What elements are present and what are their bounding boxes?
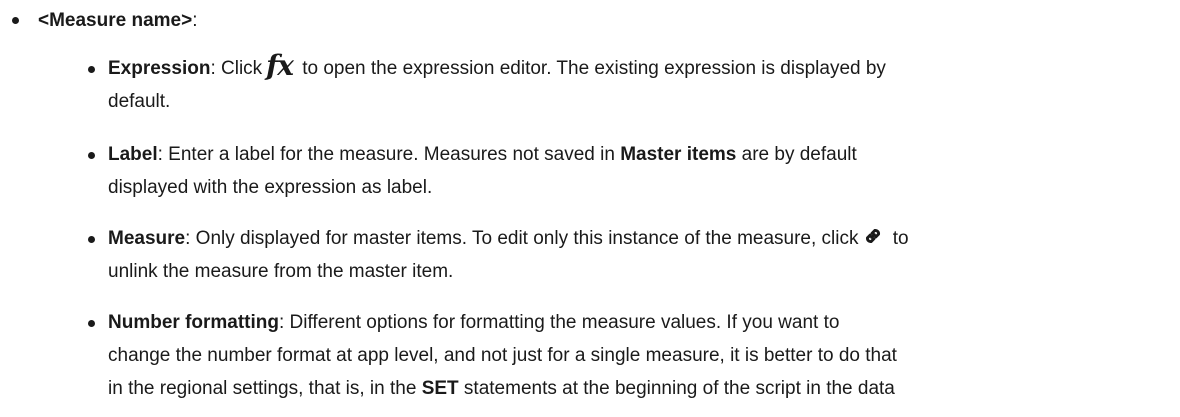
bullet: [88, 152, 95, 159]
master-items-term: Master items: [620, 144, 737, 165]
text-line: Number formatting: Different options for…: [108, 312, 840, 333]
text-line: change the number format at app level, a…: [108, 345, 897, 366]
list-item-text: Label: Enter a label for the measure. Me…: [108, 138, 1168, 204]
bullet: [88, 236, 95, 243]
set-term: SET: [421, 378, 459, 399]
fx-icon[interactable]: fx: [266, 52, 294, 80]
document: <Measure name>: Expression: Click fx to o…: [0, 0, 1180, 417]
link-icon[interactable]: [862, 225, 884, 247]
measure-name-line: <Measure name>:: [38, 4, 197, 37]
term-number-formatting: Number formatting: [108, 312, 279, 333]
list-item-text: Number formatting: Different options for…: [108, 306, 1168, 405]
text-line: Label: Enter a label for the measure. Me…: [108, 144, 857, 165]
term-expression: Expression: [108, 58, 211, 79]
bullet: [88, 66, 95, 73]
text-line: unlink the measure from the master item.: [108, 261, 454, 282]
list-item-text: Expression: Click fx to open the expressi…: [108, 52, 1168, 118]
bullet: [12, 17, 19, 24]
term-label: Label: [108, 144, 158, 165]
list-item-text: Measure: Only displayed for master items…: [108, 222, 1168, 288]
text-line: Measure: Only displayed for master items…: [108, 222, 1168, 255]
text-line: Expression: Click fx to open the expressi…: [108, 49, 886, 82]
bullet: [88, 320, 95, 327]
text-line: displayed with the expression as label.: [108, 177, 433, 198]
text-line: default.: [108, 91, 171, 112]
text-line: in the regional settings, that is, in th…: [108, 378, 895, 399]
measure-name-term: <Measure name>: [38, 10, 193, 31]
measure-name-colon: :: [192, 10, 198, 31]
term-measure: Measure: [108, 228, 186, 249]
